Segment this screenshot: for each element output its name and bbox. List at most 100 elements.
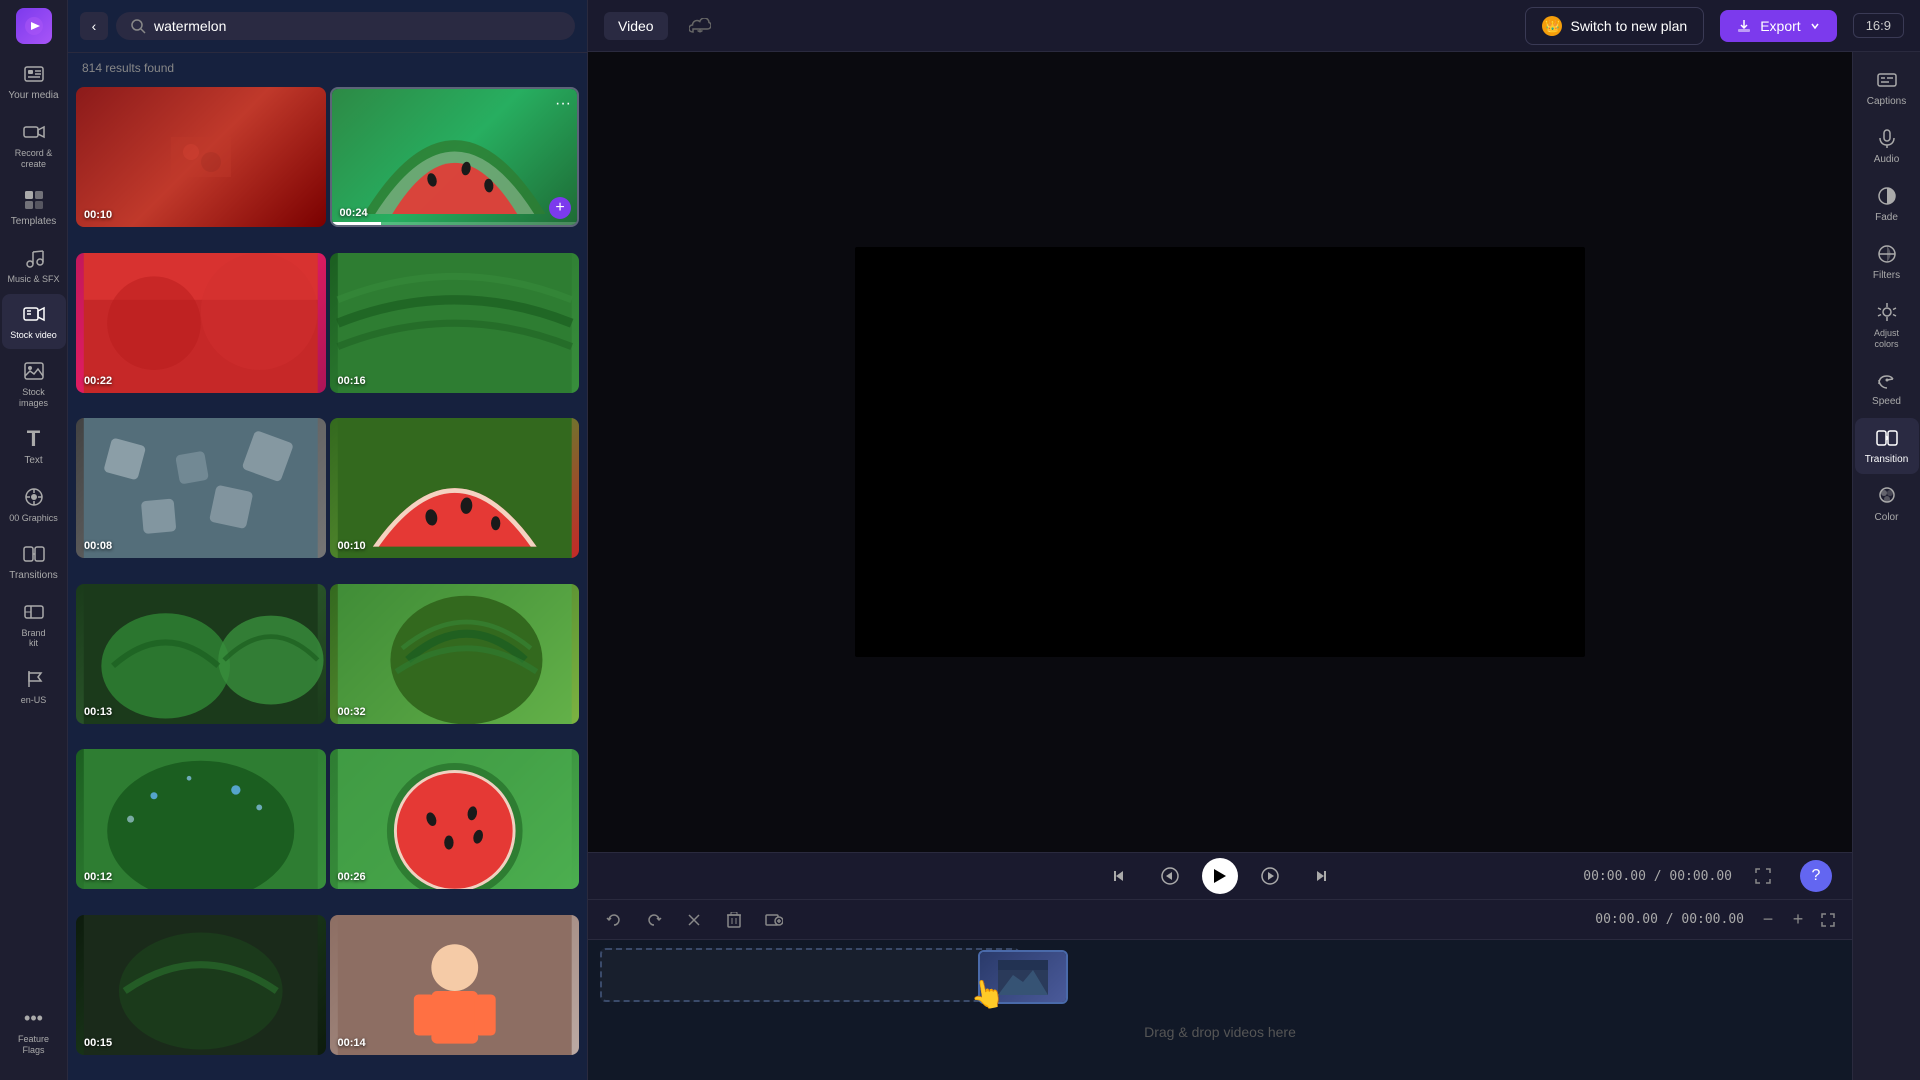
sidebar-item-record-create[interactable]: Record & create bbox=[2, 112, 66, 178]
sidebar-label-text: Text bbox=[24, 455, 42, 467]
search-input[interactable] bbox=[154, 18, 561, 34]
drop-hint: Drag & drop videos here bbox=[600, 1016, 1840, 1048]
tab-cloud-icon[interactable] bbox=[684, 10, 716, 42]
speed-label: Speed bbox=[1872, 396, 1901, 408]
captions-label: Captions bbox=[1867, 96, 1906, 108]
timeline-area: 00:00.00 / 00:00.00 − + bbox=[588, 900, 1852, 1080]
video-12-duration: 00:14 bbox=[338, 1037, 366, 1049]
new-plan-label: Switch to new plan bbox=[1570, 18, 1687, 34]
video-11-duration: 00:15 bbox=[84, 1037, 112, 1049]
right-tool-filters[interactable]: Filters bbox=[1855, 234, 1919, 290]
drag-clip-thumbnail bbox=[980, 952, 1066, 1002]
record-create-icon bbox=[22, 120, 46, 144]
video-2-more[interactable]: ··· bbox=[555, 95, 571, 113]
graphics-icon bbox=[22, 485, 46, 509]
sidebar-item-music-sfx[interactable]: Music & SFX bbox=[2, 238, 66, 293]
right-tool-adjust-colors[interactable]: Adjust colors bbox=[1855, 292, 1919, 358]
redo-button[interactable] bbox=[640, 906, 668, 934]
delete-button[interactable] bbox=[720, 906, 748, 934]
right-tool-fade[interactable]: Fade bbox=[1855, 176, 1919, 232]
step-forward-button[interactable] bbox=[1254, 860, 1286, 892]
video-6-duration: 00:10 bbox=[338, 540, 366, 552]
filters-icon bbox=[1875, 242, 1899, 266]
sidebar-item-feature-flags[interactable]: en-US bbox=[2, 659, 66, 714]
sidebar-item-more[interactable]: ••• Feature Flags bbox=[2, 998, 66, 1064]
video-thumb-8[interactable]: 00:32 bbox=[330, 584, 580, 724]
export-button[interactable]: Export bbox=[1720, 10, 1836, 42]
sidebar-item-text[interactable]: T Text bbox=[2, 419, 66, 475]
right-tool-audio[interactable]: Audio bbox=[1855, 118, 1919, 174]
right-tool-captions[interactable]: Captions bbox=[1855, 60, 1919, 116]
sidebar-item-your-media[interactable]: Your media bbox=[2, 54, 66, 110]
video-2-duration: 00:24 bbox=[340, 207, 368, 219]
video-3-duration: 00:22 bbox=[84, 375, 112, 387]
right-tool-color[interactable]: Color bbox=[1855, 476, 1919, 532]
timeline-time: 00:00.00 / 00:00.00 bbox=[1595, 912, 1744, 927]
fullscreen-button[interactable] bbox=[1754, 867, 1772, 885]
video-thumb-6[interactable]: 00:10 bbox=[330, 418, 580, 558]
video-thumb-3[interactable]: 00:22 bbox=[76, 253, 326, 393]
sidebar-item-brand-kit[interactable]: Brand kit bbox=[2, 592, 66, 658]
tab-video[interactable]: Video bbox=[604, 12, 668, 40]
feature-flags-icon bbox=[22, 667, 46, 691]
undo-button[interactable] bbox=[600, 906, 628, 934]
video-10-duration: 00:26 bbox=[338, 871, 366, 883]
play-button[interactable] bbox=[1202, 858, 1238, 894]
step-back-button[interactable] bbox=[1154, 860, 1186, 892]
sidebar-item-graphics[interactable]: 00 Graphics bbox=[2, 477, 66, 532]
video-4-duration: 00:16 bbox=[338, 375, 366, 387]
adjust-colors-icon bbox=[1875, 300, 1899, 324]
sidebar-item-stock-images[interactable]: Stock images bbox=[2, 351, 66, 417]
video-thumb-5[interactable]: 00:08 bbox=[76, 418, 326, 558]
left-sidebar: Your media Record & create Templates bbox=[0, 0, 68, 1080]
adjust-colors-label: Adjust colors bbox=[1874, 328, 1899, 350]
zoom-out-button[interactable]: − bbox=[1756, 908, 1780, 932]
brand-kit-icon bbox=[22, 600, 46, 624]
zoom-controls: − + bbox=[1756, 908, 1840, 932]
skip-forward-button[interactable] bbox=[1302, 860, 1334, 892]
add-to-timeline-button[interactable] bbox=[760, 906, 788, 934]
video-thumb-1[interactable]: 00:10 bbox=[76, 87, 326, 227]
search-input-wrap[interactable] bbox=[116, 12, 575, 40]
right-tool-speed[interactable]: Speed bbox=[1855, 360, 1919, 416]
sidebar-label-stock-images: Stock images bbox=[19, 387, 48, 409]
back-button[interactable]: ‹ bbox=[80, 12, 108, 40]
crown-icon: 👑 bbox=[1542, 16, 1562, 36]
right-sidebar: Captions Audio bbox=[1852, 52, 1920, 1080]
drop-zone[interactable] bbox=[600, 948, 1020, 1002]
transitions-icon bbox=[22, 542, 46, 566]
video-8-duration: 00:32 bbox=[338, 706, 366, 718]
fit-timeline-button[interactable] bbox=[1816, 908, 1840, 932]
video-thumb-9[interactable]: 00:12 bbox=[76, 749, 326, 889]
audio-label: Audio bbox=[1874, 154, 1900, 166]
zoom-in-button[interactable]: + bbox=[1786, 908, 1810, 932]
sidebar-label-brand-kit: Brand kit bbox=[21, 628, 45, 650]
sidebar-item-templates[interactable]: Templates bbox=[2, 180, 66, 236]
aspect-ratio-badge[interactable]: 16:9 bbox=[1853, 13, 1904, 38]
color-label: Color bbox=[1875, 512, 1899, 524]
video-7-duration: 00:13 bbox=[84, 706, 112, 718]
skip-back-button[interactable] bbox=[1106, 860, 1138, 892]
help-button[interactable]: ? bbox=[1800, 860, 1832, 892]
video-thumb-12[interactable]: 00:14 bbox=[330, 915, 580, 1055]
video-grid: 00:10 ··· 00:24 bbox=[68, 83, 587, 1080]
transition-label: Transition bbox=[1865, 454, 1909, 466]
video-9-duration: 00:12 bbox=[84, 871, 112, 883]
color-icon bbox=[1875, 484, 1899, 508]
more-icon: ••• bbox=[22, 1006, 46, 1030]
cut-button[interactable] bbox=[680, 906, 708, 934]
sidebar-item-stock-video[interactable]: Stock video bbox=[2, 294, 66, 349]
video-thumb-4[interactable]: 00:16 bbox=[330, 253, 580, 393]
video-thumb-2[interactable]: ··· 00:24 + bbox=[330, 87, 580, 227]
video-thumb-10[interactable]: 00:26 bbox=[330, 749, 580, 889]
text-icon: T bbox=[22, 427, 46, 451]
video-thumb-7[interactable]: 00:13 bbox=[76, 584, 326, 724]
sidebar-item-transitions[interactable]: Transitions bbox=[2, 534, 66, 590]
video-thumb-11[interactable]: 00:15 bbox=[76, 915, 326, 1055]
music-sfx-icon bbox=[22, 246, 46, 270]
speed-icon bbox=[1875, 368, 1899, 392]
right-tool-transition[interactable]: Transition bbox=[1855, 418, 1919, 474]
new-plan-button[interactable]: 👑 Switch to new plan bbox=[1525, 7, 1704, 45]
your-media-icon bbox=[22, 62, 46, 86]
preview-canvas bbox=[855, 247, 1585, 657]
